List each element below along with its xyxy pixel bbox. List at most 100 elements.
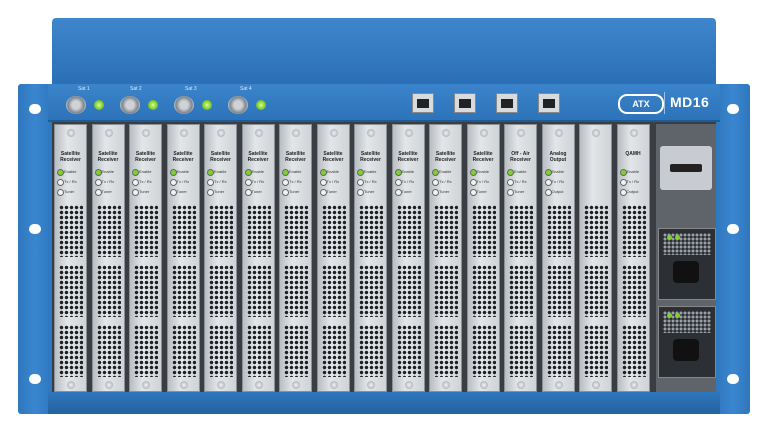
thumb-screw-icon[interactable] bbox=[254, 381, 263, 389]
ethernet-port[interactable] bbox=[496, 93, 518, 113]
power-supply-unit[interactable] bbox=[658, 306, 716, 378]
vent-grill bbox=[321, 265, 346, 317]
card-status-led bbox=[394, 189, 402, 196]
thumb-screw-icon[interactable] bbox=[517, 129, 525, 137]
thumb-screw-icon[interactable] bbox=[292, 129, 300, 137]
model-name: MD16 bbox=[670, 94, 710, 110]
vent-grill bbox=[284, 265, 308, 317]
vent-grill bbox=[321, 325, 346, 377]
thumb-screw-icon[interactable] bbox=[367, 381, 375, 389]
thumb-screw-icon[interactable] bbox=[179, 381, 188, 389]
card-status-led bbox=[357, 179, 364, 186]
thumb-screw-icon[interactable] bbox=[517, 381, 525, 389]
module-card[interactable]: Satellite Receiver Enable Tx / Rx Tuner bbox=[204, 124, 237, 392]
module-card[interactable]: Satellite Receiver Enable Tx / Rx Tuner bbox=[166, 124, 200, 392]
ethernet-port[interactable] bbox=[454, 93, 476, 113]
card-title: Satellite Receiver bbox=[435, 151, 456, 163]
power-inlet-icon[interactable] bbox=[673, 339, 699, 361]
thumb-screw-icon[interactable] bbox=[479, 129, 488, 137]
thumb-screw-icon[interactable] bbox=[67, 381, 75, 389]
card-status-label: Tuner bbox=[514, 189, 525, 194]
module-card[interactable]: Satellite Receiver Enable Tx / Rx Tuner bbox=[316, 124, 350, 392]
card-status-led bbox=[207, 179, 214, 186]
card-status-label: Tuner bbox=[476, 189, 487, 194]
module-card[interactable]: Satellite Receiver Enable Tx / Rx Tuner bbox=[429, 124, 462, 392]
card-status-led bbox=[132, 169, 139, 176]
module-card[interactable]: Satellite Receiver Enable Tx / Rx Tuner bbox=[466, 124, 500, 392]
ethernet-port[interactable] bbox=[538, 93, 560, 113]
module-card[interactable]: Satellite Receiver Enable Tx / Rx Tuner bbox=[241, 124, 275, 392]
module-card[interactable]: Satellite Receiver Enable Tx / Rx Tuner bbox=[129, 124, 162, 392]
thumb-screw-icon[interactable] bbox=[592, 129, 600, 137]
thumb-screw-icon[interactable] bbox=[217, 129, 225, 137]
thumb-screw-icon[interactable] bbox=[479, 381, 488, 389]
vent-grill bbox=[434, 325, 458, 377]
vent-grill bbox=[59, 205, 83, 257]
thumb-screw-icon[interactable] bbox=[329, 381, 338, 389]
thumb-screw-icon[interactable] bbox=[442, 129, 450, 137]
card-status-led bbox=[169, 189, 177, 196]
vent-grill bbox=[396, 325, 421, 377]
thumb-screw-icon[interactable] bbox=[254, 129, 263, 137]
vent-grill bbox=[209, 205, 233, 257]
thumb-screw-icon[interactable] bbox=[104, 381, 113, 389]
card-status-led bbox=[432, 179, 439, 186]
psu-handle-bracket[interactable] bbox=[660, 146, 712, 190]
card-title: Satellite Receiver bbox=[360, 151, 381, 163]
vent-grill bbox=[546, 265, 571, 317]
card-status-label: Tuner bbox=[101, 189, 112, 194]
card-status-label: Enable bbox=[439, 169, 452, 174]
card-status-label: Tx / Rx bbox=[64, 179, 77, 184]
vent-grill bbox=[434, 205, 458, 257]
card-status-led bbox=[244, 169, 252, 176]
module-card[interactable]: Satellite Receiver Enable Tx / Rx Tuner bbox=[91, 124, 125, 392]
card-status-label: Tx / Rx bbox=[476, 179, 490, 184]
card-status-label: Tuner bbox=[289, 189, 300, 194]
module-card[interactable]: Satellite Receiver Enable Tx / Rx Tuner bbox=[354, 124, 387, 392]
card-status-label: Enable bbox=[64, 169, 77, 174]
thumb-screw-icon[interactable] bbox=[179, 129, 188, 137]
sat-input-connector[interactable] bbox=[228, 96, 248, 114]
card-status-led bbox=[357, 169, 364, 176]
thumb-screw-icon[interactable] bbox=[554, 381, 563, 389]
card-status-led bbox=[507, 169, 514, 176]
power-supply-unit[interactable] bbox=[658, 228, 716, 300]
thumb-screw-icon[interactable] bbox=[404, 381, 413, 389]
thumb-screw-icon[interactable] bbox=[217, 381, 225, 389]
sat-input-connector[interactable] bbox=[66, 96, 86, 114]
ethernet-port[interactable] bbox=[412, 93, 434, 113]
vent-grill bbox=[584, 205, 608, 257]
module-card[interactable]: Off - Air Receiver Enable Tx / Rx Tuner bbox=[504, 124, 537, 392]
module-card[interactable] bbox=[579, 124, 612, 392]
card-status-label: Tuner bbox=[176, 189, 187, 194]
card-status-label: Enable bbox=[476, 169, 489, 174]
card-title: Satellite Receiver bbox=[322, 151, 344, 163]
thumb-screw-icon[interactable] bbox=[67, 129, 75, 137]
thumb-screw-icon[interactable] bbox=[442, 381, 450, 389]
power-inlet-icon[interactable] bbox=[673, 261, 699, 283]
thumb-screw-icon[interactable] bbox=[554, 129, 563, 137]
sat-input-connector[interactable] bbox=[174, 96, 194, 114]
vent-grill bbox=[434, 265, 458, 317]
module-card[interactable]: Satellite Receiver Enable Tx / Rx Tuner bbox=[391, 124, 425, 392]
vent-grill bbox=[59, 265, 83, 317]
card-status-label: Tuner bbox=[139, 189, 150, 194]
vent-grill bbox=[246, 265, 271, 317]
module-card[interactable]: Analog Output Enable Tx / Rx Output bbox=[541, 124, 575, 392]
sat-input-connector[interactable] bbox=[120, 96, 140, 114]
thumb-screw-icon[interactable] bbox=[104, 129, 113, 137]
thumb-screw-icon[interactable] bbox=[629, 129, 638, 137]
thumb-screw-icon[interactable] bbox=[292, 381, 300, 389]
thumb-screw-icon[interactable] bbox=[367, 129, 375, 137]
module-card[interactable]: QAMH Enable Tx / Rx Output bbox=[616, 124, 650, 392]
thumb-screw-icon[interactable] bbox=[142, 129, 150, 137]
thumb-screw-icon[interactable] bbox=[629, 381, 638, 389]
module-card[interactable]: Satellite Receiver Enable Tx / Rx Tuner bbox=[54, 124, 87, 392]
thumb-screw-icon[interactable] bbox=[592, 381, 600, 389]
module-card[interactable]: Satellite Receiver Enable Tx / Rx Tuner bbox=[279, 124, 312, 392]
thumb-screw-icon[interactable] bbox=[142, 381, 150, 389]
card-status-label: Enable bbox=[289, 169, 302, 174]
thumb-screw-icon[interactable] bbox=[404, 129, 413, 137]
sat-status-led bbox=[202, 100, 212, 110]
thumb-screw-icon[interactable] bbox=[329, 129, 338, 137]
